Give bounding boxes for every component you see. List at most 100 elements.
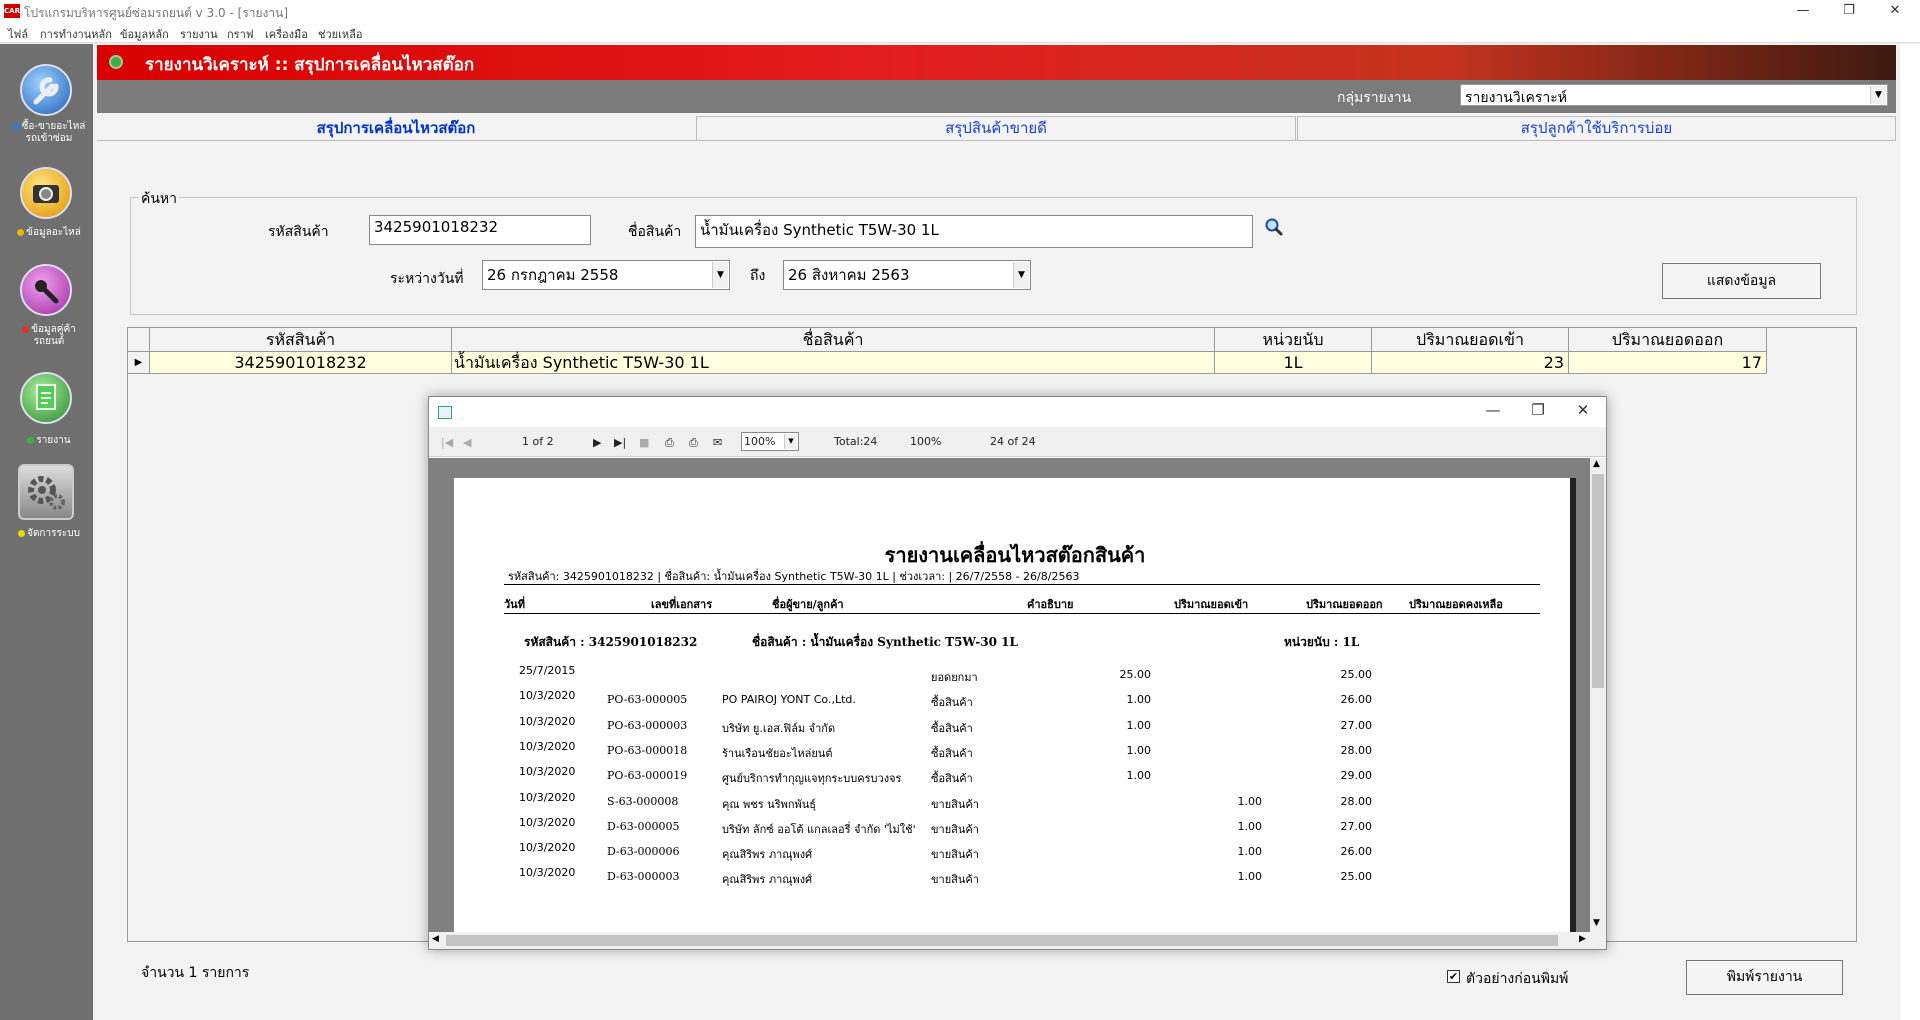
report-cell-desc: ขายสินค้า [931, 873, 979, 887]
scroll-up-icon[interactable]: ▲ [1593, 459, 1600, 469]
preview-checkbox-label[interactable]: ตัวอย่างก่อนพิมพ์ [1466, 968, 1568, 990]
scroll-right-icon[interactable]: ▶ [1579, 934, 1586, 944]
menu-tools[interactable]: เครื่องมือ [265, 25, 308, 43]
report-cell-out: 1.00 [1237, 819, 1263, 833]
chevron-down-icon[interactable]: ▼ [784, 434, 797, 449]
minimize-button[interactable]: — [1780, 0, 1826, 23]
menu-master-data[interactable]: ข้อมูลหลัก [120, 25, 169, 43]
horizontal-scrollbar[interactable]: ◀ ▶ [429, 932, 1606, 949]
report-group-value: รายงานวิเคราะห์ [1465, 90, 1567, 106]
cell-unit[interactable]: 1L [1215, 352, 1372, 374]
report-cell-desc: ขายสินค้า [931, 822, 979, 836]
tab-stock-movement[interactable]: สรุปการเคลื่อนไหวสต๊อก [97, 116, 695, 140]
report-cell-in: 1.00 [1126, 743, 1152, 757]
column-header-name[interactable]: ชื่อสินค้า [452, 328, 1215, 352]
prev-page-icon[interactable]: ◀ [463, 436, 471, 449]
sidebar-item-sales[interactable]: ซื้อ-ขายอะไหล่ รถเข้าซ่อม [0, 64, 93, 164]
report-page: รายงานเคลื่อนไหวสต๊อกสินค้า รหัสสินค้า: … [454, 478, 1576, 932]
print-report-button[interactable]: พิมพ์รายงาน [1686, 960, 1843, 995]
key-icon [20, 264, 72, 316]
horizontal-scroll-thumb[interactable] [446, 935, 1558, 946]
cell-code[interactable]: 3425901018232 [150, 352, 452, 374]
report-cell-date: 10/3/2020 [519, 765, 576, 779]
scroll-down-icon[interactable]: ▼ [1593, 918, 1600, 928]
search-icon[interactable] [1264, 217, 1284, 237]
column-header-unit[interactable]: หน่วยนับ [1215, 328, 1372, 352]
report-col-in: ปริมาณยอดเข้า [1174, 598, 1249, 611]
sidebar-item-partners[interactable]: ข้อมูลคู่ค้า รถยนต์ [0, 264, 93, 364]
tab-frequent-customers[interactable]: สรุปลูกค้าใช้บริการบ่อย [1297, 116, 1896, 140]
sidebar-item-label: ซื้อ-ขายอะไหล่ รถเข้าซ่อม [21, 121, 86, 144]
close-button[interactable]: ✕ [1872, 0, 1918, 23]
zoom-select[interactable]: 100% ▼ [741, 432, 799, 451]
report-group-select[interactable]: รายงานวิเคราะห์ ▼ [1460, 84, 1888, 106]
viewer-maximize-button[interactable]: ❐ [1515, 401, 1561, 423]
print-setup-icon[interactable]: ⎙ [689, 436, 698, 450]
report-subtitle: รหัสสินค้า: 3425901018232 | ชื่อสินค้า: … [508, 570, 1080, 583]
viewer-minimize-button[interactable]: — [1470, 401, 1516, 423]
vertical-scroll-thumb[interactable] [1592, 474, 1604, 688]
column-rule [504, 613, 1540, 614]
menu-help[interactable]: ช่วยเหลือ [318, 25, 362, 43]
record-position: 24 of 24 [990, 435, 1036, 448]
tab-best-sellers[interactable]: สรุปสินค้าขายดี [696, 116, 1296, 140]
scroll-left-icon[interactable]: ◀ [432, 934, 439, 944]
report-viewer-window: — ❐ ✕ |◀ ◀ 1 of 2 ▶ ▶| ■ ⎙ ⎙ ✉ 100% ▼ To… [428, 396, 1607, 950]
sidebar-item-system[interactable]: จัดการระบบ [0, 464, 93, 554]
restore-button[interactable]: ❐ [1826, 0, 1872, 23]
report-cell-doc: D-63-000006 [607, 845, 680, 859]
last-page-icon[interactable]: ▶| [614, 436, 626, 449]
viewer-app-icon [438, 406, 452, 419]
menu-file[interactable]: ไฟล์ [8, 25, 28, 43]
chevron-down-icon[interactable]: ▼ [712, 262, 728, 288]
sidebar-item-parts[interactable]: ข้อมูลอะไหล่ [0, 167, 93, 252]
column-header-in[interactable]: ปริมาณยอดเข้า [1372, 328, 1569, 352]
sidebar-item-label: จัดการระบบ [27, 528, 80, 539]
stop-icon[interactable]: ■ [639, 436, 649, 449]
report-cell-bal: 26.00 [1340, 845, 1373, 859]
next-page-icon[interactable]: ▶ [593, 436, 601, 449]
menu-graph[interactable]: กราฟ [227, 25, 254, 43]
chevron-down-icon[interactable]: ▼ [1013, 262, 1029, 288]
cell-in[interactable]: 23 [1372, 352, 1569, 374]
column-header-out[interactable]: ปริมาณยอดออก [1569, 328, 1767, 352]
cell-name[interactable]: น้ำมันเครื่อง Synthetic T5W-30 1L [452, 352, 1215, 374]
cell-out[interactable]: 17 [1569, 352, 1767, 374]
report-cell-date: 10/3/2020 [519, 689, 576, 703]
report-cell-in: 1.00 [1126, 693, 1152, 707]
menu-report[interactable]: รายงาน [180, 25, 218, 43]
row-selector-icon[interactable]: ▶ [128, 352, 150, 374]
chevron-down-icon[interactable]: ▼ [1870, 86, 1886, 104]
wrench-icon [20, 64, 72, 116]
first-page-icon[interactable]: |◀ [441, 436, 453, 449]
report-cell-desc: ขายสินค้า [931, 797, 979, 811]
vertical-scrollbar[interactable]: ▲ ▼ [1590, 458, 1606, 932]
preview-checkbox[interactable]: ✔ [1447, 970, 1460, 983]
report-cell-doc: PO-63-000005 [607, 693, 688, 707]
date-to-picker[interactable]: 26 สิงหาคม 2563 ▼ [783, 260, 1031, 290]
product-name-input[interactable]: น้ำมันเครื่อง Synthetic T5W-30 1L [695, 215, 1253, 248]
report-cell-bal: 25.00 [1340, 668, 1373, 681]
report-cell-out: 1.00 [1237, 794, 1263, 808]
report-cell-desc: ยอดยกมา [931, 671, 978, 684]
zoom-value: 100% [744, 435, 776, 448]
report-cell-in: 1.00 [1126, 769, 1152, 783]
date-from-picker[interactable]: 26 กรกฎาคม 2558 ▼ [482, 260, 730, 290]
menu-bar: ไฟล์ การทำงานหลัก ข้อมูลหลัก รายงาน กราฟ… [0, 23, 1920, 43]
viewer-close-button[interactable]: ✕ [1560, 401, 1606, 423]
print-icon[interactable]: ⎙ [665, 436, 674, 450]
export-icon[interactable]: ✉ [713, 436, 722, 449]
menu-main-work[interactable]: การทำงานหลัก [40, 25, 112, 43]
sidebar-item-report[interactable]: รายงาน [0, 372, 93, 462]
report-cell-doc: PO-63-000019 [607, 769, 688, 783]
group-unit: หน่วยนับ : 1L [1284, 635, 1360, 649]
product-name-label: ชื่อสินค้า [628, 224, 682, 240]
sidebar-item-label: ข้อมูลอะไหล่ [26, 227, 81, 238]
product-code-input[interactable]: 3425901018232 [369, 215, 591, 245]
report-viewport[interactable]: รายงานเคลื่อนไหวสต๊อกสินค้า รหัสสินค้า: … [429, 458, 1590, 932]
header-rule [504, 584, 1540, 585]
column-header-code[interactable]: รหัสสินค้า [150, 328, 452, 352]
report-cell-desc: ขายสินค้า [931, 848, 979, 862]
report-cell-party: ศูนย์บริการทำกุญแจทุกระบบครบวงจร [722, 772, 902, 786]
show-data-button[interactable]: แสดงข้อมูล [1662, 263, 1821, 299]
